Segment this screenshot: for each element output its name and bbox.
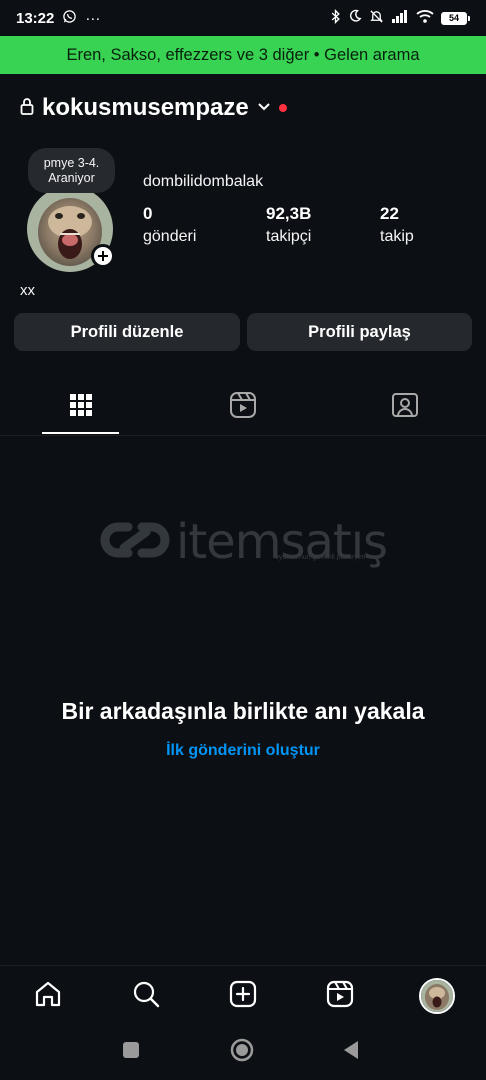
- stat-posts-label: gönderi: [143, 228, 197, 245]
- back-button[interactable]: [338, 1039, 364, 1065]
- search-icon: [132, 980, 160, 1013]
- stat-followers[interactable]: 92,3B takipçi: [266, 204, 311, 246]
- back-triangle-icon: [342, 1040, 360, 1065]
- stat-following[interactable]: 22 takip: [380, 204, 414, 246]
- note-line-1: pmye 3-4.: [43, 155, 100, 170]
- watermark-text: itemsatış: [176, 514, 388, 570]
- watermark-logo-icon: [100, 515, 170, 570]
- tagged-icon: [391, 391, 419, 424]
- muted-bell-icon: [369, 9, 384, 28]
- lock-icon: [20, 97, 34, 120]
- share-profile-button[interactable]: Profili paylaş: [247, 313, 472, 351]
- call-banner-text: Eren, Sakso, effezzers ve 3 diğer • Gele…: [66, 45, 420, 64]
- system-navigation: [0, 1025, 486, 1080]
- moon-icon: [348, 9, 362, 27]
- wifi-icon: [416, 9, 434, 27]
- incoming-call-banner[interactable]: Eren, Sakso, effezzers ve 3 diğer • Gele…: [0, 36, 486, 74]
- square-icon: [122, 1041, 140, 1064]
- stat-posts[interactable]: 0 gönderi: [143, 204, 196, 246]
- home-button[interactable]: [229, 1038, 255, 1067]
- watermark: itemsatış oyuncu'nun güvenli pazaryeri: [100, 512, 390, 572]
- status-time: 13:22: [16, 9, 55, 27]
- nav-search[interactable]: [130, 980, 162, 1012]
- bio-text: xx: [20, 282, 35, 299]
- profile-avatar[interactable]: [27, 186, 115, 272]
- stat-posts-value: 0: [143, 204, 153, 223]
- reels-icon: [229, 391, 257, 424]
- note-line-2: Araniyor: [48, 170, 95, 185]
- nav-profile-avatar[interactable]: [419, 978, 455, 1014]
- status-bar: 13:22 ··· 54: [0, 0, 486, 36]
- profile-header[interactable]: kokusmusempaze: [20, 90, 287, 126]
- watermark-subtext: oyuncu'nun güvenli pazaryeri: [275, 554, 366, 561]
- stat-followers-value: 92,3B: [266, 204, 312, 223]
- tab-grid[interactable]: [41, 380, 121, 434]
- nav-create[interactable]: [227, 980, 259, 1012]
- bottom-nav: [0, 965, 486, 1025]
- notification-dot: [278, 104, 287, 112]
- edit-profile-button[interactable]: Profili düzenle: [14, 313, 240, 351]
- recent-apps-button[interactable]: [118, 1039, 144, 1065]
- battery-icon: 54: [441, 11, 470, 25]
- username: kokusmusempaze: [42, 94, 249, 121]
- tab-reels[interactable]: [203, 380, 283, 434]
- more-dots-icon: ···: [85, 9, 101, 27]
- empty-state-title: Bir arkadaşınla birlikte anı yakala: [61, 698, 425, 724]
- nav-home[interactable]: [32, 980, 64, 1012]
- reels-icon: [326, 980, 354, 1013]
- battery-level: 54: [441, 11, 467, 25]
- stat-following-label: takip: [380, 228, 414, 245]
- stat-following-value: 22: [380, 204, 399, 223]
- circle-icon: [230, 1038, 254, 1067]
- profile-note[interactable]: pmye 3-4. Araniyor: [28, 148, 115, 193]
- whatsapp-icon: [62, 9, 77, 28]
- create-first-post-link[interactable]: İlk gönderini oluştur: [0, 742, 486, 760]
- stat-followers-label: takipçi: [266, 228, 312, 245]
- chevron-down-icon[interactable]: [257, 99, 271, 117]
- home-icon: [34, 980, 62, 1013]
- active-tab-indicator: [42, 432, 119, 434]
- create-icon: [229, 980, 257, 1013]
- profile-tabs: [0, 380, 486, 436]
- add-story-button[interactable]: [91, 244, 115, 268]
- signal-icon: [391, 9, 409, 27]
- nav-reels[interactable]: [324, 980, 356, 1012]
- bluetooth-icon: [330, 8, 341, 28]
- grid-icon: [69, 393, 93, 422]
- display-name: dombilidombalak: [143, 173, 264, 190]
- tab-tagged[interactable]: [365, 380, 445, 434]
